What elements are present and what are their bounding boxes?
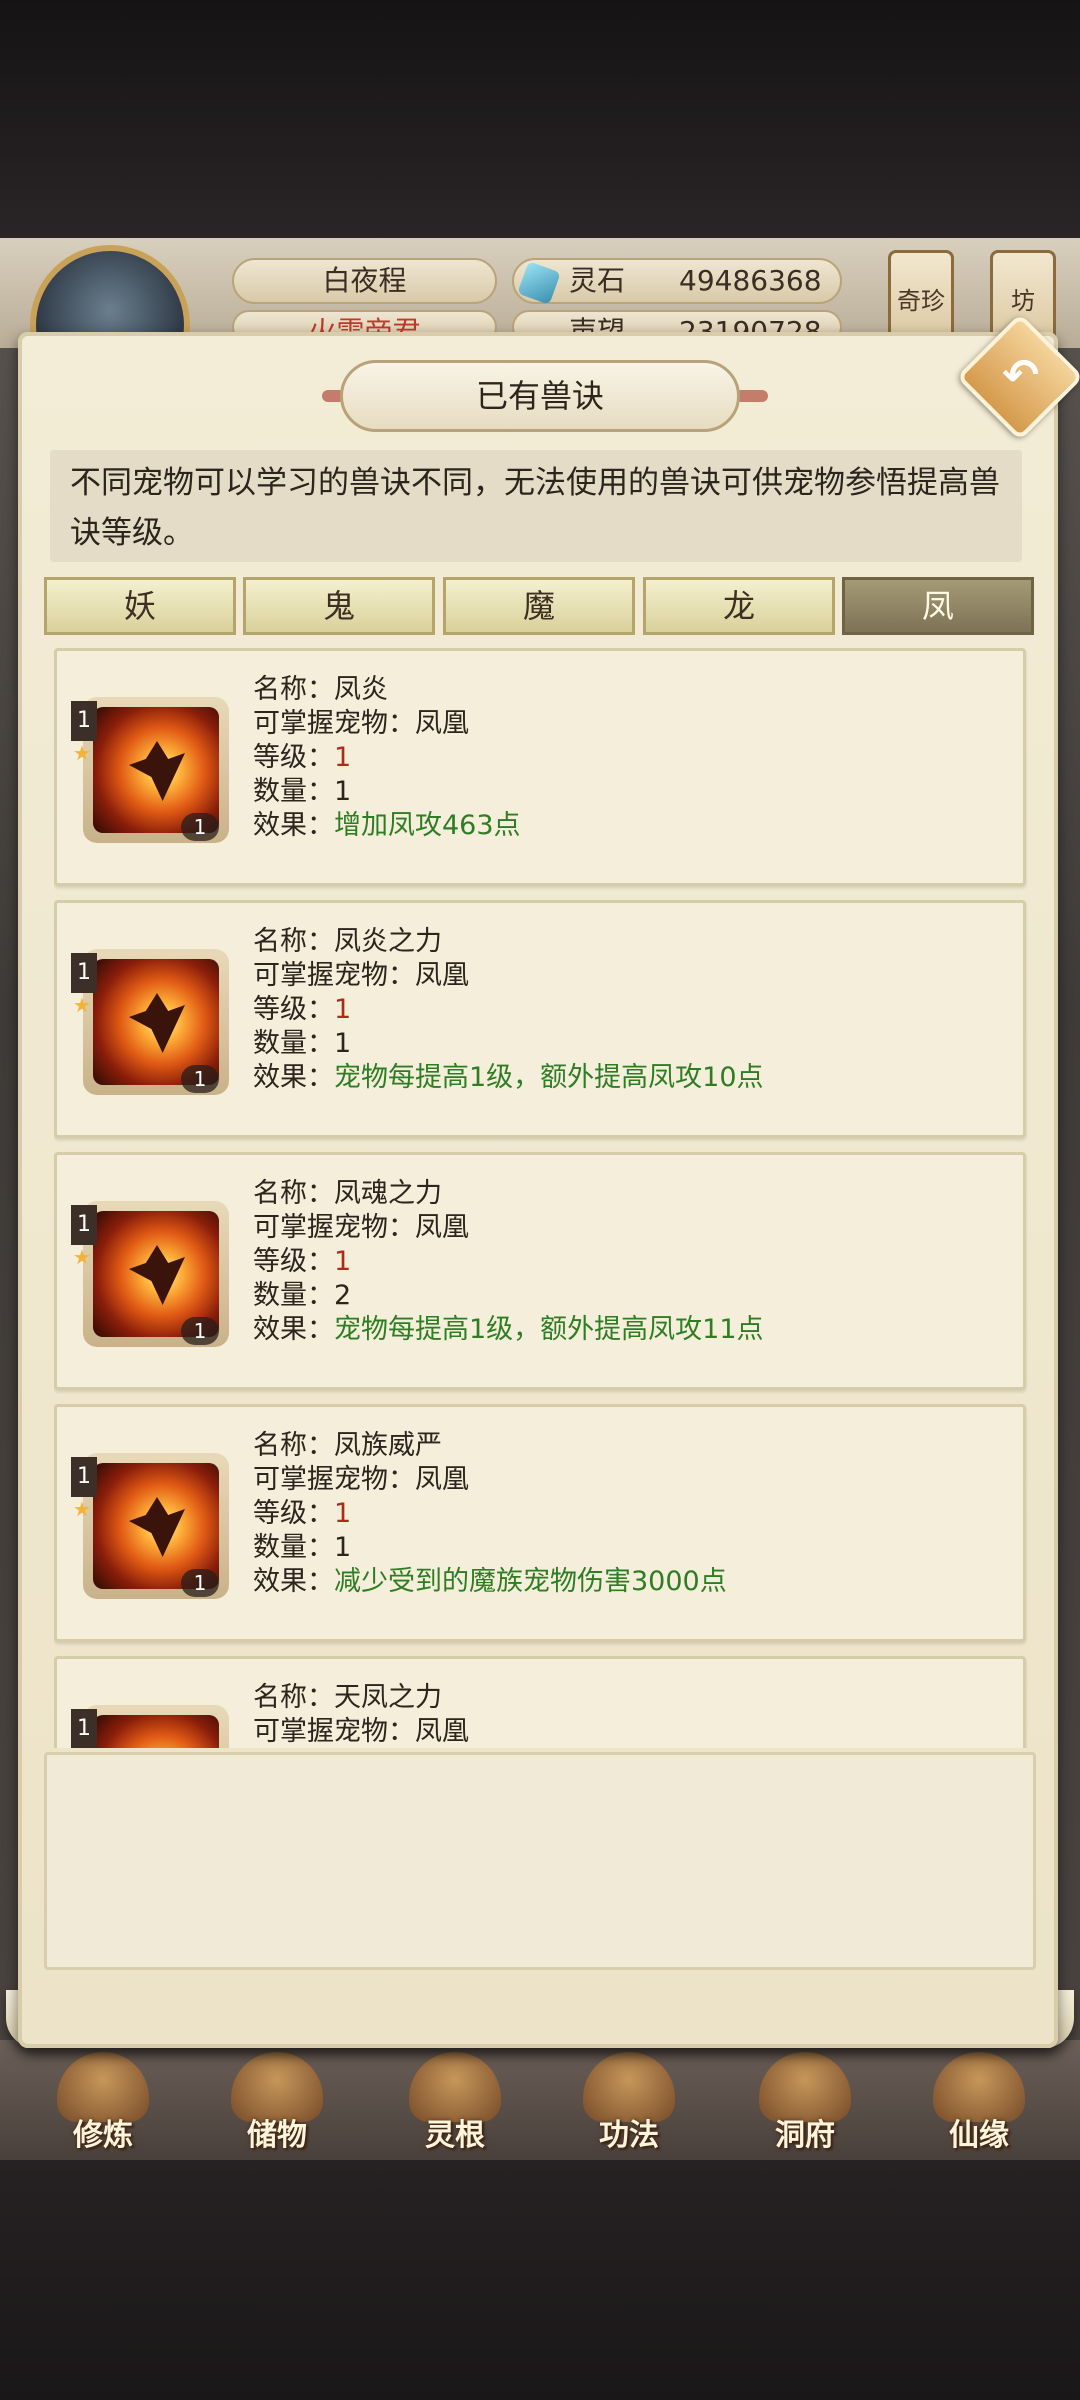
detail-panel [44,1752,1036,1970]
skill-pet: 凤凰 [415,960,469,991]
nav-spirit-root[interactable]: 灵根 [390,2052,520,2153]
nav-storage[interactable]: 储物 [212,2052,342,2153]
grade-badge: 1 [71,1457,97,1497]
count-badge: 1 [181,1569,219,1597]
dialog-title: 已有兽诀 [340,360,740,432]
skill-icon-frame [83,1705,229,1748]
skill-card[interactable]: 1 ★ 1 名称：凤炎 可掌握宠物：凤凰 等级：1 数量：1 效果：增加凤攻46… [54,648,1026,886]
count-badge: 1 [181,1317,219,1345]
tab-feng[interactable]: 凤 [842,577,1034,635]
tab-mo[interactable]: 魔 [443,577,635,635]
grade-badge: 1 [71,1709,97,1748]
grade-badge: 1 [71,953,97,993]
top-dark-area [0,0,1080,240]
grade-badge: 1 [71,701,97,741]
phoenix-icon [93,1715,219,1748]
skill-effect-row: 效果：增加凤攻463点 [253,810,521,841]
skill-effect: 宠物每提高1级，额外提高凤攻11点 [334,1314,764,1345]
spirit-stone-counter: 灵石 49486368 [512,258,842,305]
skill-pet: 凤凰 [415,1464,469,1495]
skill-effect-row: 效果：宠物每提高1级，额外提高凤攻11点 [253,1314,764,1345]
skill-effect-row: 效果：宠物每提高1级，额外提高凤攻10点 [253,1062,764,1093]
star-icon: ★ [73,1497,91,1521]
skill-card[interactable]: 1 ★ 1 名称：凤族威严 可掌握宠物：凤凰 等级：1 数量：1 效果：减少受到… [54,1404,1026,1642]
skill-card[interactable]: 1 ★ 1 名称：凤魂之力 可掌握宠物：凤凰 等级：1 数量：2 效果：宠物每提… [54,1152,1026,1390]
star-icon: ★ [73,993,91,1017]
skill-card[interactable]: 1 ★ 1 名称：凤炎之力 可掌握宠物：凤凰 等级：1 数量：1 效果：宠物每提… [54,900,1026,1138]
dialog-description: 不同宠物可以学习的兽诀不同，无法使用的兽诀可供宠物参悟提高兽诀等级。 [50,450,1022,562]
skill-card[interactable]: 1 名称：天凤之力 可掌握宠物：凤凰 [54,1656,1026,1748]
tab-long[interactable]: 龙 [643,577,835,635]
skill-effect: 宠物每提高1级，额外提高凤攻10点 [334,1062,764,1093]
resource1-label: 灵石 [569,264,626,297]
skill-effect: 减少受到的魔族宠物伤害3000点 [334,1566,727,1597]
skill-pet: 凤凰 [415,1212,469,1243]
skill-list[interactable]: 1 ★ 1 名称：凤炎 可掌握宠物：凤凰 等级：1 数量：1 效果：增加凤攻46… [54,648,1028,1748]
skill-pet: 凤凰 [415,1716,469,1747]
nav-technique[interactable]: 功法 [564,2052,694,2153]
tab-gui[interactable]: 鬼 [243,577,435,635]
back-arrow-icon: ↶ [1002,350,1040,402]
tab-yao[interactable]: 妖 [44,577,236,635]
count-badge: 1 [181,1065,219,1093]
skill-effect-row: 效果：减少受到的魔族宠物伤害3000点 [253,1566,727,1597]
skill-pet: 凤凰 [415,708,469,739]
skill-pet-row: 可掌握宠物：凤凰 [253,1716,469,1747]
spirit-stone-icon [517,261,561,305]
player-name: 白夜程 [232,258,497,304]
bottom-dark-area [0,2160,1080,2400]
nav-cave[interactable]: 洞府 [740,2052,870,2153]
star-icon: ★ [73,741,91,765]
star-icon: ★ [73,1245,91,1269]
count-badge: 1 [181,813,219,841]
nav-cultivate[interactable]: 修炼 [38,2052,168,2153]
grade-badge: 1 [71,1205,97,1245]
resource1-value: 49486368 [679,264,822,297]
nav-fate[interactable]: 仙缘 [914,2052,1044,2153]
skill-effect: 增加凤攻463点 [334,810,521,841]
